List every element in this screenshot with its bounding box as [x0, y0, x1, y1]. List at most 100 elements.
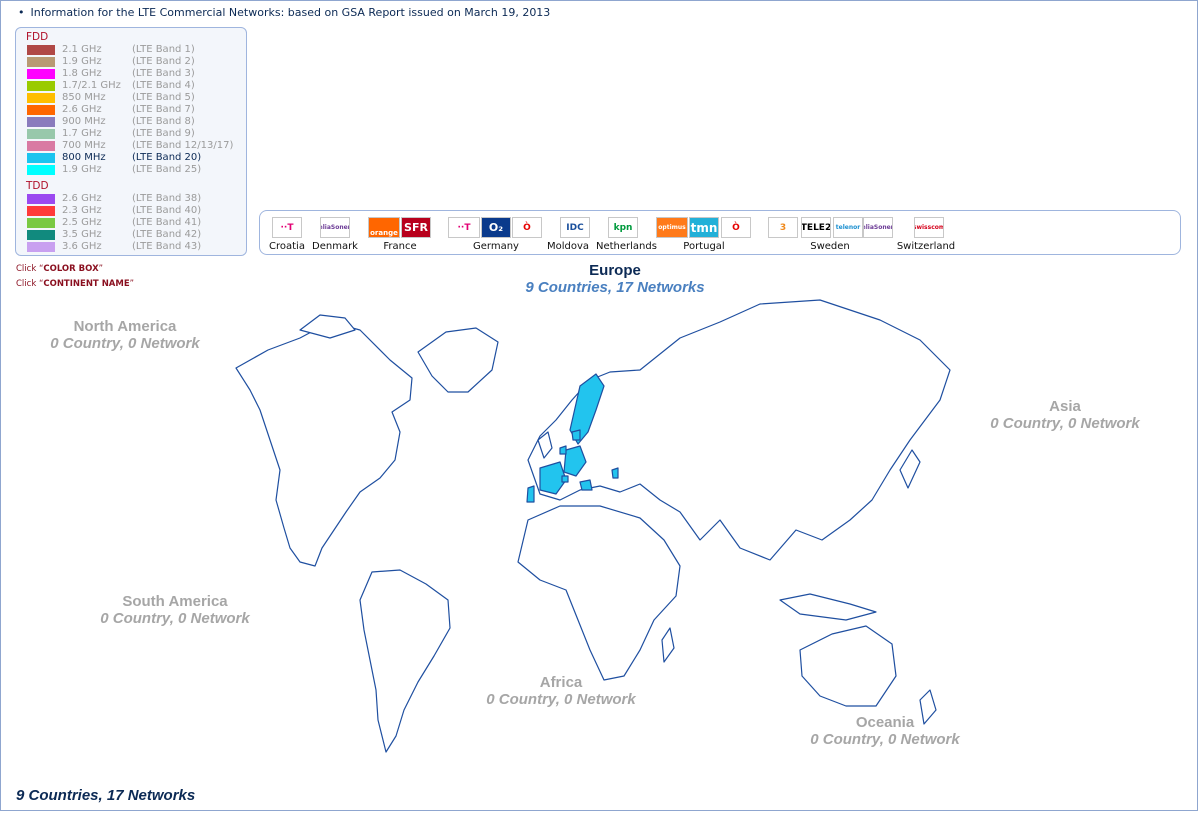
color-box[interactable] — [27, 69, 55, 79]
legend-frequency: 3.5 GHz — [62, 229, 102, 240]
bullet-icon: • — [18, 6, 25, 19]
continent-africa-name: Africa — [539, 674, 583, 691]
legend-frequency: 1.9 GHz — [62, 164, 102, 175]
total-summary: 9 Countries, 17 Networks — [16, 787, 196, 804]
legend-frequency: 900 MHz — [62, 116, 106, 127]
legend-band: (LTE Band 43) — [132, 241, 202, 252]
operator-logo-optimus[interactable]: optimus — [656, 217, 688, 238]
color-box[interactable] — [27, 165, 55, 175]
legend-band: (LTE Band 2) — [132, 56, 195, 67]
operator-logo-vodafone[interactable]: Ò — [721, 217, 751, 238]
legend-band: (LTE Band 3) — [132, 68, 195, 79]
continent-south-america[interactable]: South America 0 Country, 0 Network — [70, 593, 280, 627]
operator-logo-idc[interactable]: IDC — [560, 217, 590, 238]
legend-frequency: 1.8 GHz — [62, 68, 102, 79]
legend-frequency: 2.1 GHz — [62, 44, 102, 55]
legend-frequency: 850 MHz — [62, 92, 106, 103]
operator-logo-telenor[interactable]: telenor — [833, 217, 863, 238]
color-box[interactable] — [27, 45, 55, 55]
legend-frequency: 700 MHz — [62, 140, 106, 151]
legend-band: (LTE Band 5) — [132, 92, 195, 103]
operator-logo-tmn[interactable]: tmn — [689, 217, 719, 238]
operator-logo-o2[interactable]: O₂ — [481, 217, 511, 238]
legend-band: (LTE Band 40) — [132, 205, 202, 216]
operator-logo-kpn[interactable]: kpn — [608, 217, 638, 238]
continent-africa-stats: 0 Country, 0 Network — [486, 691, 636, 708]
legend-frequency: 3.6 GHz — [62, 241, 102, 252]
operator-logo-t-mobile[interactable]: ··T — [272, 217, 302, 238]
color-box[interactable] — [27, 81, 55, 91]
legend-frequency: 800 MHz — [62, 152, 106, 163]
tdd-title: TDD — [26, 180, 49, 192]
country-portugal[interactable]: Portugal — [674, 241, 734, 252]
country-sweden[interactable]: Sweden — [800, 241, 860, 252]
legend-frequency: 2.6 GHz — [62, 104, 102, 115]
continent-oceania-stats: 0 Country, 0 Network — [810, 731, 960, 748]
color-box[interactable] — [27, 242, 55, 252]
color-box[interactable] — [27, 57, 55, 67]
continent-europe[interactable]: Europe 9 Countries, 17 Networks — [500, 262, 730, 296]
color-box[interactable] — [27, 105, 55, 115]
color-box[interactable] — [27, 218, 55, 228]
continent-asia-name: Asia — [1049, 398, 1081, 415]
legend-band: (LTE Band 4) — [132, 80, 195, 91]
color-box[interactable] — [27, 153, 55, 163]
country-netherlands[interactable]: Netherlands — [596, 241, 657, 252]
operator-logo-t-mobile[interactable]: ··T — [448, 217, 480, 238]
country-germany[interactable]: Germany — [466, 241, 526, 252]
color-box[interactable] — [27, 117, 55, 127]
fdd-title: FDD — [26, 31, 49, 43]
color-box[interactable] — [27, 93, 55, 103]
color-box[interactable] — [27, 194, 55, 204]
operator-logo-swisscom[interactable]: swisscom — [914, 217, 944, 238]
legend-frequency: 1.7/2.1 GHz — [62, 80, 121, 91]
color-box[interactable] — [27, 141, 55, 151]
legend-band: (LTE Band 9) — [132, 128, 195, 139]
continent-oceania[interactable]: Oceania 0 Country, 0 Network — [780, 714, 990, 748]
legend-frequency: 1.9 GHz — [62, 56, 102, 67]
continent-africa[interactable]: Africa 0 Country, 0 Network — [456, 674, 666, 708]
continent-north-america-stats: 0 Country, 0 Network — [50, 335, 200, 352]
color-box[interactable] — [27, 206, 55, 216]
color-box[interactable] — [27, 129, 55, 139]
header-text: Information for the LTE Commercial Netwo… — [30, 6, 551, 19]
operator-logo-3[interactable]: 3 — [768, 217, 798, 238]
legend-band: (LTE Band 20) — [132, 152, 202, 163]
legend-band: (LTE Band 25) — [132, 164, 202, 175]
legend-frequency: 2.3 GHz — [62, 205, 102, 216]
country-moldova[interactable]: Moldova — [538, 241, 598, 252]
legend-band: (LTE Band 42) — [132, 229, 202, 240]
operator-logo-teliasonera[interactable]: TeliaSonera — [863, 217, 893, 238]
country-france[interactable]: France — [370, 241, 430, 252]
legend-band: (LTE Band 8) — [132, 116, 195, 127]
legend-frequency: 2.5 GHz — [62, 217, 102, 228]
legend-band: (LTE Band 7) — [132, 104, 195, 115]
continent-south-america-stats: 0 Country, 0 Network — [100, 610, 250, 627]
operator-logo-orange[interactable]: orange — [368, 217, 400, 238]
continent-oceania-name: Oceania — [855, 714, 915, 731]
continent-asia[interactable]: Asia 0 Country, 0 Network — [960, 398, 1170, 432]
hint-continent-name: Click “CONTINENT NAME” — [16, 279, 135, 289]
operator-logo-sfr[interactable]: SFR — [401, 217, 431, 238]
continent-south-america-name: South America — [122, 593, 228, 610]
country-switzerland[interactable]: Switzerland — [896, 241, 956, 252]
operator-logo-tele2[interactable]: TELE2 — [801, 217, 831, 238]
operator-logo-teliasonera[interactable]: TeliaSonera — [320, 217, 350, 238]
operators-panel: ··TTeliaSoneraorangeSFR··TO₂ÒIDCkpnoptim… — [259, 210, 1181, 255]
legend-frequency: 1.7 GHz — [62, 128, 102, 139]
header-info: • Information for the LTE Commercial Netw… — [18, 6, 550, 19]
continent-north-america-name: North America — [73, 318, 177, 335]
operator-logo-vodafone[interactable]: Ò — [512, 217, 542, 238]
legend-band: (LTE Band 38) — [132, 193, 202, 204]
country-denmark[interactable]: Denmark — [305, 241, 365, 252]
band-legend: FDD TDD 2.1 GHz (LTE Band 1) 1.9 GHz (LTE B… — [15, 27, 247, 256]
legend-frequency: 2.6 GHz — [62, 193, 102, 204]
continent-europe-name: Europe — [589, 262, 641, 279]
color-box[interactable] — [27, 230, 55, 240]
hint-color-box: Click “COLOR BOX” — [16, 264, 104, 274]
continent-north-america[interactable]: North America 0 Country, 0 Network — [20, 318, 230, 352]
legend-band: (LTE Band 1) — [132, 44, 195, 55]
continent-asia-stats: 0 Country, 0 Network — [990, 415, 1140, 432]
continent-europe-stats: 9 Countries, 17 Networks — [525, 279, 705, 296]
legend-band: (LTE Band 12/13/17) — [132, 140, 234, 151]
